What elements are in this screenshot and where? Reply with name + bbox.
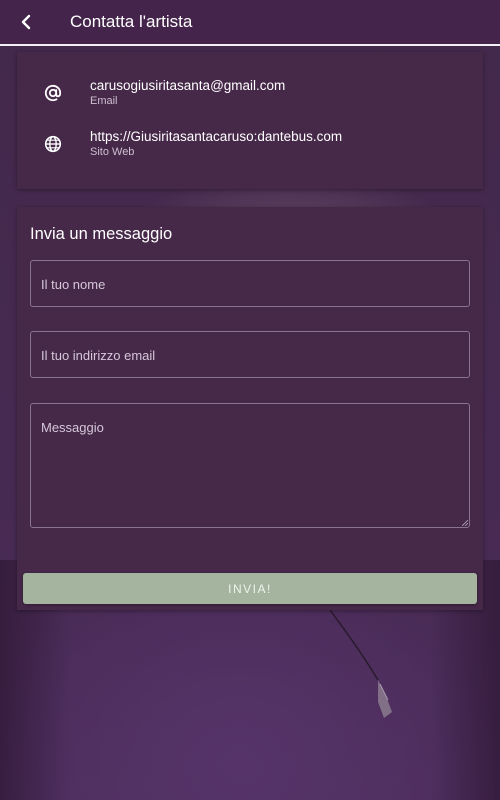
chevron-left-icon [21, 14, 31, 30]
message-placeholder: Messaggio [41, 420, 104, 435]
back-button[interactable] [12, 8, 40, 36]
email-placeholder: Il tuo indirizzo email [41, 348, 156, 363]
at-sign-icon [43, 83, 63, 103]
page-title: Contatta l'artista [70, 12, 193, 31]
app-bar: Contatta l'artista [0, 0, 500, 46]
website-value[interactable]: https://Giusiritasantacaruso:dantebus.co… [90, 129, 342, 144]
contact-row-email[interactable]: carusogiusiritasanta@gmail.com Email [17, 78, 483, 118]
email-label: Email [90, 95, 118, 107]
email-value[interactable]: carusogiusiritasanta@gmail.com [90, 78, 285, 93]
name-input[interactable]: Il tuo nome [30, 260, 470, 307]
resize-grip-icon[interactable] [462, 520, 468, 526]
contact-info-card: carusogiusiritasanta@gmail.com Email htt… [17, 52, 483, 189]
name-placeholder: Il tuo nome [41, 277, 106, 292]
necklace-pendant-image [330, 610, 392, 718]
message-textarea[interactable]: Messaggio [30, 403, 470, 528]
website-label: Sito Web [90, 146, 135, 158]
globe-icon [43, 134, 63, 154]
email-input[interactable]: Il tuo indirizzo email [30, 331, 470, 378]
contact-row-website[interactable]: https://Giusiritasantacaruso:dantebus.co… [17, 129, 483, 169]
send-button[interactable]: INVIA! [23, 573, 477, 604]
message-form-card: Invia un messaggio Il tuo nome Il tuo in… [17, 207, 483, 610]
form-title: Invia un messaggio [30, 225, 173, 243]
